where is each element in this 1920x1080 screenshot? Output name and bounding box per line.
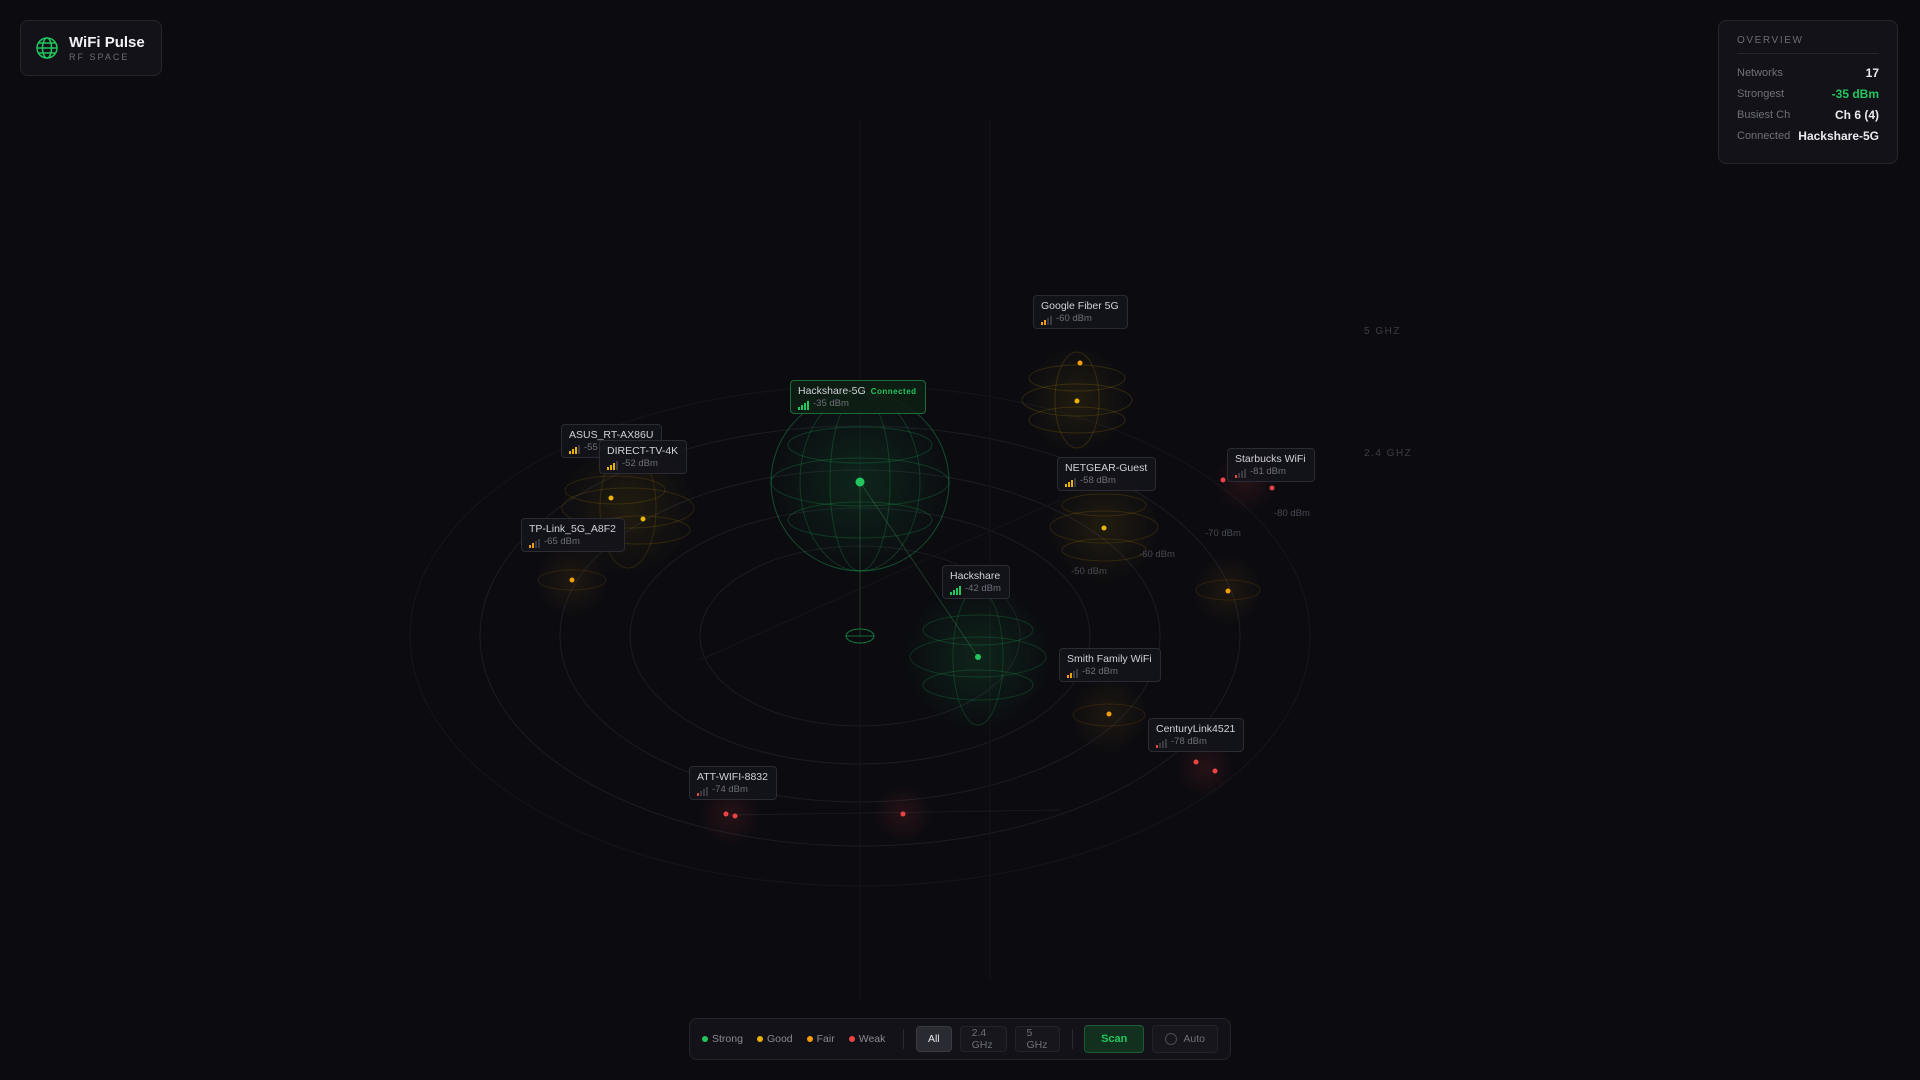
connected-badge: Connected (870, 387, 917, 396)
ring-label: -60 dBm (1139, 549, 1175, 560)
overview-row-connected: Connected Hackshare-5G (1737, 128, 1879, 143)
app-brand: WiFi Pulse RF SPACE (20, 20, 162, 76)
network-sphere-hackshare[interactable] (903, 582, 1053, 732)
network-sphere-unnamed-weak[interactable] (873, 784, 933, 844)
bottom-toolbar: Strong Good Fair Weak All 2.4 GHz 5 GHz … (689, 1018, 1231, 1060)
signal-bars-icon (1067, 669, 1078, 678)
signal-bars-icon (1041, 316, 1052, 325)
signal-bars-icon (569, 445, 580, 454)
good-dot-icon (756, 1036, 763, 1042)
network-label-att[interactable]: ATT-WIFI-8832 -74 dBm (689, 766, 777, 800)
overview-panel: OVERVIEW Networks 17 Strongest -35 dBm B… (1718, 20, 1898, 164)
band-label-5ghz: 5 GHZ (1364, 326, 1401, 337)
network-label-google-fiber-5g[interactable]: Google Fiber 5G -60 dBm (1033, 295, 1128, 329)
overview-row-networks: Networks 17 (1737, 65, 1879, 80)
network-label-centurylink[interactable]: CenturyLink4521 -78 dBm (1148, 718, 1245, 752)
network-sphere-google-fiber-5g[interactable] (1021, 345, 1133, 455)
rf-space-canvas[interactable] (0, 0, 1920, 1080)
network-label-netgear-guest[interactable]: NETGEAR-Guest -58 dBm (1057, 457, 1157, 491)
divider (1071, 1029, 1073, 1049)
signal-bars-icon (1065, 478, 1076, 487)
scan-button[interactable]: Scan (1084, 1025, 1145, 1053)
network-sphere-tp-link[interactable] (534, 542, 610, 618)
network-label-direct-tv[interactable]: DIRECT-TV-4K -52 dBm (599, 440, 688, 474)
signal-bars-icon (798, 401, 809, 410)
legend-weak: Weak (848, 1033, 885, 1045)
strong-dot-icon (702, 1036, 708, 1042)
signal-bars-icon (1156, 739, 1167, 748)
network-sphere-unnamed-orange[interactable] (1192, 554, 1264, 626)
fair-dot-icon (806, 1036, 813, 1042)
toggle-icon (1165, 1033, 1178, 1045)
ring-label: -70 dBm (1205, 528, 1241, 539)
app-subtitle: RF SPACE (69, 51, 130, 62)
filter-24ghz-button[interactable]: 2.4 GHz (959, 1026, 1007, 1052)
network-sphere-smith-family[interactable] (1069, 675, 1149, 755)
network-sphere-hackshare-5g[interactable] (765, 387, 955, 577)
network-label-hackshare-5g[interactable]: Hackshare-5G Connected -35 dBm (790, 380, 926, 414)
signal-bars-icon (697, 787, 708, 796)
signal-bars-icon (607, 461, 618, 470)
overview-title: OVERVIEW (1737, 35, 1879, 54)
network-label-hackshare[interactable]: Hackshare -42 dBm (942, 565, 1010, 599)
ring-label: -80 dBm (1274, 508, 1310, 519)
signal-bars-icon (1235, 469, 1246, 478)
network-label-tp-link[interactable]: TP-Link_5G_A8F2 -65 dBm (521, 518, 625, 552)
weak-dot-icon (848, 1036, 855, 1042)
legend-fair: Fair (806, 1033, 835, 1045)
signal-bars-icon (950, 586, 961, 595)
auto-toggle[interactable]: Auto (1152, 1025, 1218, 1053)
filter-5ghz-button[interactable]: 5 GHz (1014, 1026, 1060, 1052)
signal-bars-icon (529, 539, 540, 548)
filter-all-button[interactable]: All (915, 1026, 952, 1052)
network-label-smith-family[interactable]: Smith Family WiFi -62 dBm (1059, 648, 1161, 682)
legend-strong: Strong (702, 1033, 743, 1045)
overview-row-busiest-channel: Busiest Ch Ch 6 (4) (1737, 107, 1879, 122)
divider (903, 1029, 904, 1049)
app-title: WiFi Pulse (69, 33, 145, 51)
band-label-24ghz: 2.4 GHZ (1364, 448, 1413, 459)
overview-row-strongest: Strongest -35 dBm (1737, 86, 1879, 101)
ring-label: -50 dBm (1071, 566, 1107, 577)
network-label-starbucks[interactable]: Starbucks WiFi -81 dBm (1227, 448, 1315, 482)
globe-icon (36, 37, 58, 59)
legend-good: Good (756, 1033, 793, 1045)
